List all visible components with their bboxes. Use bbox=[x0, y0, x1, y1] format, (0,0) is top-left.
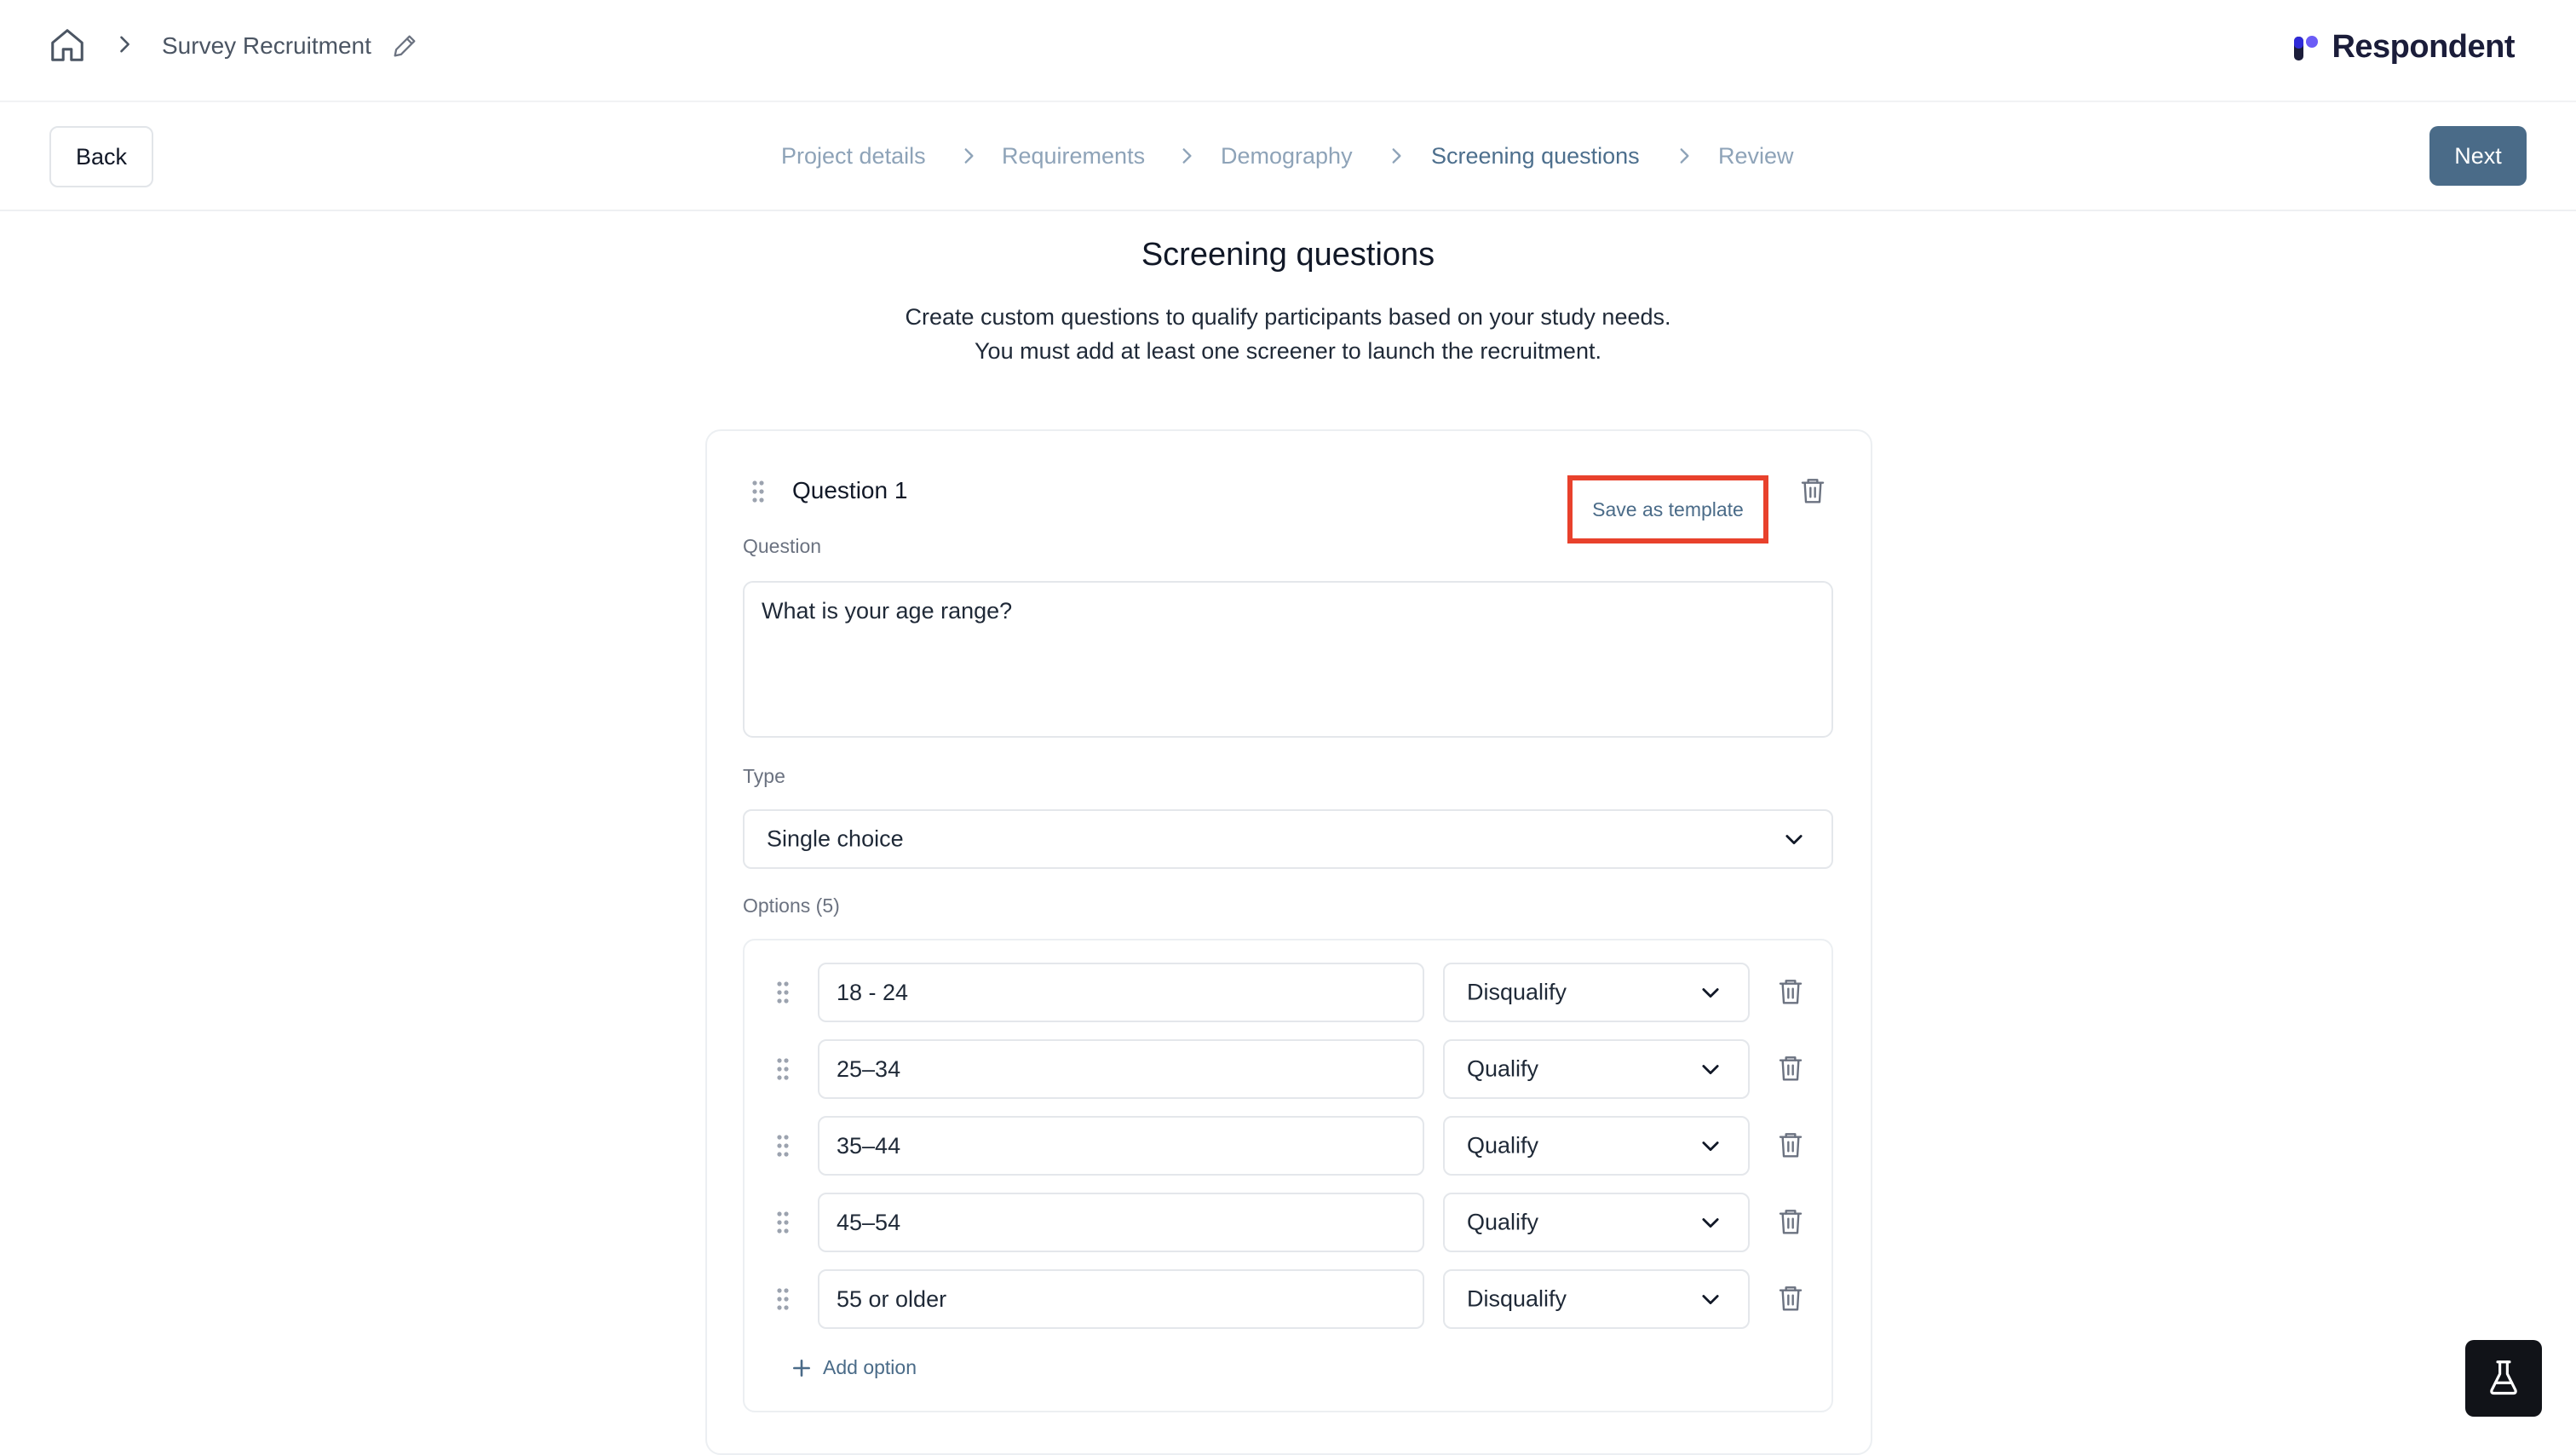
step-review[interactable]: Review bbox=[1718, 140, 1794, 172]
chevron-down-icon bbox=[1702, 1295, 1719, 1305]
option-input[interactable]: 25–34 bbox=[818, 1039, 1424, 1099]
page-title: Screening questions bbox=[1141, 237, 1435, 273]
next-button[interactable]: Next bbox=[2429, 126, 2527, 186]
page-description-line2: You must add at least one screener to la… bbox=[975, 338, 1601, 364]
help-button[interactable] bbox=[2465, 1340, 2542, 1417]
type-select[interactable]: Single choice bbox=[743, 809, 1833, 869]
respondent-logo-icon bbox=[2294, 36, 2319, 60]
option-input[interactable]: 55 or older bbox=[818, 1269, 1424, 1329]
drag-handle-icon[interactable] bbox=[750, 479, 766, 504]
step-screening-questions[interactable]: Screening questions bbox=[1431, 140, 1640, 172]
step-requirements[interactable]: Requirements bbox=[1002, 140, 1145, 172]
question-title: Question 1 bbox=[792, 477, 908, 503]
trash-icon[interactable] bbox=[1777, 976, 1804, 1007]
step-demography[interactable]: Demography bbox=[1221, 140, 1353, 172]
options-label: Options (5) bbox=[743, 894, 840, 917]
type-label: Type bbox=[743, 765, 785, 787]
drag-handle-icon[interactable] bbox=[775, 1286, 791, 1312]
drag-handle-icon[interactable] bbox=[775, 1210, 791, 1235]
brand-name: Respondent bbox=[2332, 28, 2515, 65]
trash-icon[interactable] bbox=[1799, 475, 1826, 506]
chevron-down-icon bbox=[1702, 1065, 1719, 1075]
option-rule-select[interactable]: Disqualify bbox=[1443, 1269, 1750, 1329]
option-rule-value: Disqualify bbox=[1467, 1285, 1567, 1312]
option-input[interactable]: 18 - 24 bbox=[818, 963, 1424, 1022]
page-description-line1: Create custom questions to qualify parti… bbox=[905, 304, 1671, 330]
question-label: Question bbox=[743, 535, 822, 557]
chevron-down-icon bbox=[1702, 988, 1719, 998]
option-rule-select[interactable]: Disqualify bbox=[1443, 963, 1750, 1022]
option-rule-value: Qualify bbox=[1467, 1209, 1539, 1235]
add-option-label: Add option bbox=[823, 1356, 917, 1378]
chevron-right-icon bbox=[1680, 148, 1689, 164]
top-bar: Survey Recruitment Respondent bbox=[0, 0, 2576, 102]
pencil-icon[interactable] bbox=[390, 32, 419, 60]
step-bar: Back Project details Requirements Demogr… bbox=[0, 102, 2576, 211]
chevron-down-icon bbox=[1702, 1142, 1719, 1152]
option-rule-value: Qualify bbox=[1467, 1055, 1539, 1082]
option-rule-select[interactable]: Qualify bbox=[1443, 1193, 1750, 1252]
trash-icon[interactable] bbox=[1777, 1206, 1804, 1237]
options-list: 18 - 24 Disqualify 25–34 Qualify 35–44 Q… bbox=[743, 939, 1833, 1412]
option-input[interactable]: 35–44 bbox=[818, 1116, 1424, 1176]
step-project-details[interactable]: Project details bbox=[781, 140, 926, 172]
question-card: Question 1 Save as template Question Wha… bbox=[705, 429, 1872, 1455]
trash-icon[interactable] bbox=[1777, 1283, 1804, 1314]
plus-icon bbox=[793, 1359, 810, 1377]
chevron-right-icon bbox=[120, 36, 129, 53]
chevron-right-icon bbox=[964, 148, 974, 164]
question-textarea[interactable]: What is your age range? bbox=[743, 581, 1833, 738]
option-rule-value: Disqualify bbox=[1467, 979, 1567, 1005]
option-rule-select[interactable]: Qualify bbox=[1443, 1116, 1750, 1176]
type-select-value: Single choice bbox=[767, 825, 904, 852]
save-as-template-button[interactable]: Save as template bbox=[1567, 475, 1768, 543]
chevron-right-icon bbox=[1182, 148, 1192, 164]
stepper: Project details Requirements Demography … bbox=[0, 102, 2576, 210]
trash-icon[interactable] bbox=[1777, 1053, 1804, 1084]
home-icon[interactable] bbox=[48, 26, 87, 65]
project-title: Survey Recruitment bbox=[162, 32, 371, 59]
option-input[interactable]: 45–54 bbox=[818, 1193, 1424, 1252]
option-rule-value: Qualify bbox=[1467, 1132, 1539, 1159]
drag-handle-icon[interactable] bbox=[775, 980, 791, 1005]
brand-logo: Respondent bbox=[2289, 26, 2515, 68]
option-rule-select[interactable]: Qualify bbox=[1443, 1039, 1750, 1099]
flask-icon bbox=[2490, 1360, 2517, 1395]
trash-icon[interactable] bbox=[1777, 1130, 1804, 1160]
drag-handle-icon[interactable] bbox=[775, 1133, 791, 1159]
chevron-down-icon bbox=[1785, 835, 1803, 845]
chevron-down-icon bbox=[1702, 1218, 1719, 1228]
add-option-button[interactable]: Add option bbox=[791, 1356, 917, 1379]
chevron-right-icon bbox=[1392, 148, 1401, 164]
drag-handle-icon[interactable] bbox=[775, 1056, 791, 1082]
